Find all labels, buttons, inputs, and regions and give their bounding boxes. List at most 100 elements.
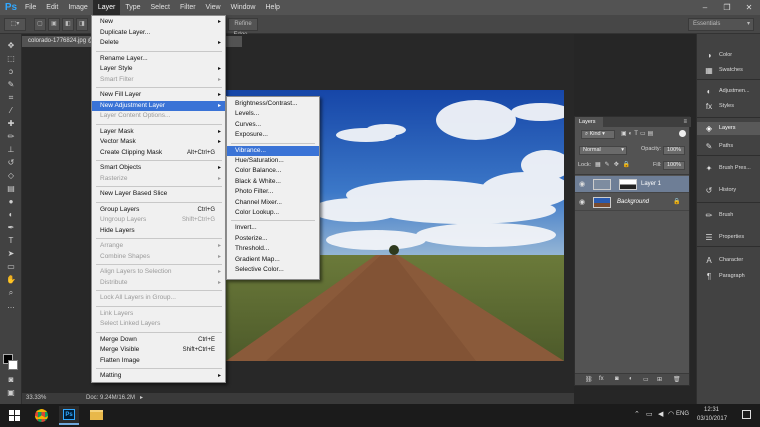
network-icon[interactable]: ▭ [646,410,653,418]
filter-toggle-icon[interactable] [679,130,686,137]
menu-item-posterize[interactable]: Posterize... [227,234,319,244]
menu-edit[interactable]: Edit [41,0,63,15]
menu-item-invert[interactable]: Invert... [227,223,319,233]
rectangle-tool-icon[interactable]: ▭ [3,261,19,272]
menu-layer[interactable]: Layer [92,0,121,15]
panel-adjustmen[interactable]: ◐ Adjustmen... [697,85,760,98]
quick-mask-icon[interactable]: ◙ [3,374,19,385]
menu-item-curves[interactable]: Curves... [227,120,319,130]
menu-item-color-lookup[interactable]: Color Lookup... [227,208,319,218]
panel-brush-pres[interactable]: ✦ Brush Pres... [697,162,760,175]
menu-item-new-fill-layer[interactable]: New Fill Layer ▸ [92,90,225,100]
crop-tool-icon[interactable]: ⌗ [3,92,19,103]
add-mask-icon[interactable]: ◙ [615,376,619,382]
menu-file[interactable]: File [20,0,41,15]
file-explorer-icon[interactable] [90,410,103,420]
menu-item-vector-mask[interactable]: Vector Mask ▸ [92,137,225,147]
filter-icons[interactable]: ▣◐T▭▤ [621,130,655,137]
lasso-tool-icon[interactable]: ↄ [3,66,19,77]
menu-item-channel-mixer[interactable]: Channel Mixer... [227,198,319,208]
menu-item-new-adjustment-layer[interactable]: New Adjustment Layer ▸ [92,100,225,111]
menu-item-hue-saturation[interactable]: Hue/Saturation... [227,156,319,166]
blur-tool-icon[interactable]: ● [3,196,19,207]
new-layer-icon[interactable]: ⊞ [657,376,662,383]
quick-selection-tool-icon[interactable]: ✎ [3,79,19,90]
panel-color[interactable]: ◑ Color [697,49,760,62]
notifications-icon[interactable] [742,410,751,419]
menu-item-hide-layers[interactable]: Hide Layers [92,226,225,236]
panel-layers[interactable]: ◈ Layers [697,122,760,135]
fill-field[interactable]: 100% [663,161,685,170]
menu-item-flatten-image[interactable]: Flatten Image [92,356,225,366]
panel-properties[interactable]: ☰ Properties [697,231,760,244]
workspace-select[interactable]: Essentials ▾ [688,18,754,31]
dodge-tool-icon[interactable]: ◐ [3,209,19,220]
menu-item-smart-objects[interactable]: Smart Objects ▸ [92,163,225,173]
menu-filter[interactable]: Filter [175,0,201,15]
close-icon[interactable]: ✕ [738,0,760,15]
volume-icon[interactable]: ◀ [658,410,663,418]
panel-swatches[interactable]: ▦ Swatches [697,64,760,77]
menu-window[interactable]: Window [226,0,261,15]
background-color-swatch[interactable] [8,360,18,370]
menu-item-merge-visible[interactable]: Merge Visible Shift+Ctrl+E [92,345,225,355]
menu-item-layer-style[interactable]: Layer Style ▸ [92,64,225,74]
menu-item-black-white[interactable]: Black & White... [227,177,319,187]
menu-item-merge-down[interactable]: Merge Down Ctrl+E [92,335,225,345]
panel-paragraph[interactable]: ¶ Paragraph [697,270,760,283]
new-group-icon[interactable]: ▭ [643,376,649,383]
clock-time[interactable]: 12:31 [704,407,719,413]
layer-name[interactable]: Background [617,194,649,211]
pen-tool-icon[interactable]: ✒ [3,222,19,233]
screen-mode-icon[interactable]: ▣ [3,387,19,398]
layer-mask-thumbnail[interactable] [619,179,637,190]
layer-row-background[interactable]: ◉ Background 🔒 [575,194,689,211]
photoshop-taskbar-icon[interactable]: Ps [59,406,79,425]
language-indicator[interactable]: ENG [676,411,689,417]
menu-item-exposure[interactable]: Exposure... [227,130,319,140]
visibility-eye-icon[interactable]: ◉ [579,180,585,188]
menu-item-vibrance[interactable]: Vibrance... [227,145,319,156]
panel-menu-icon[interactable]: ≡ [683,117,687,127]
menu-item-gradient-map[interactable]: Gradient Map... [227,255,319,265]
blend-mode-select[interactable]: Normal ▾ [579,146,627,155]
more-tools-icon[interactable]: … [3,300,19,311]
menu-help[interactable]: Help [261,0,285,15]
menu-view[interactable]: View [201,0,226,15]
layers-tab[interactable]: Layers [575,117,603,127]
menu-item-duplicate-layer[interactable]: Duplicate Layer... [92,28,225,38]
add-selection-icon[interactable]: ▣ [48,18,60,31]
menu-type[interactable]: Type [120,0,145,15]
chrome-icon[interactable] [35,409,48,422]
history-brush-tool-icon[interactable]: ↺ [3,157,19,168]
lock-icons[interactable]: ▦✎✥🔒 [595,161,634,168]
menu-item-threshold[interactable]: Threshold... [227,244,319,254]
zoom-tool-icon[interactable]: ⌕ [3,287,19,298]
menu-item-selective-color[interactable]: Selective Color... [227,265,319,275]
link-layers-icon[interactable]: ⛓ [585,376,593,383]
layer-name[interactable]: Layer 1 [641,176,661,193]
visibility-eye-icon[interactable]: ◉ [579,198,585,206]
path-selection-tool-icon[interactable]: ➤ [3,248,19,259]
menu-item-rename-layer[interactable]: Rename Layer... [92,54,225,64]
opacity-field[interactable]: 100% [663,146,685,155]
panel-styles[interactable]: fx Styles [697,100,760,113]
menu-select[interactable]: Select [146,0,175,15]
new-adjustment-icon[interactable]: ◐ [629,376,633,382]
type-tool-icon[interactable]: T [3,235,19,246]
clone-stamp-tool-icon[interactable]: ⊥ [3,144,19,155]
eraser-tool-icon[interactable]: ◇ [3,170,19,181]
clock-date[interactable]: 03/10/2017 [697,416,727,422]
layer-filter-select[interactable]: ⌕ Kind ▾ [581,130,615,139]
menu-item-photo-filter[interactable]: Photo Filter... [227,187,319,197]
intersect-selection-icon[interactable]: ◨ [76,18,88,31]
menu-item-create-clipping-mask[interactable]: Create Clipping Mask Alt+Ctrl+G [92,148,225,158]
tray-up-arrow-icon[interactable]: ⌃ [634,410,640,418]
menu-image[interactable]: Image [63,0,92,15]
panel-history[interactable]: ↺ History [697,184,760,197]
panel-brush[interactable]: ✏ Brush [697,209,760,222]
delete-layer-icon[interactable]: 🗑 [673,376,681,383]
healing-brush-tool-icon[interactable]: ✚ [3,118,19,129]
refine-edge-button[interactable]: Refine Edge... [228,18,258,38]
move-tool-icon[interactable]: ✥ [3,40,19,51]
